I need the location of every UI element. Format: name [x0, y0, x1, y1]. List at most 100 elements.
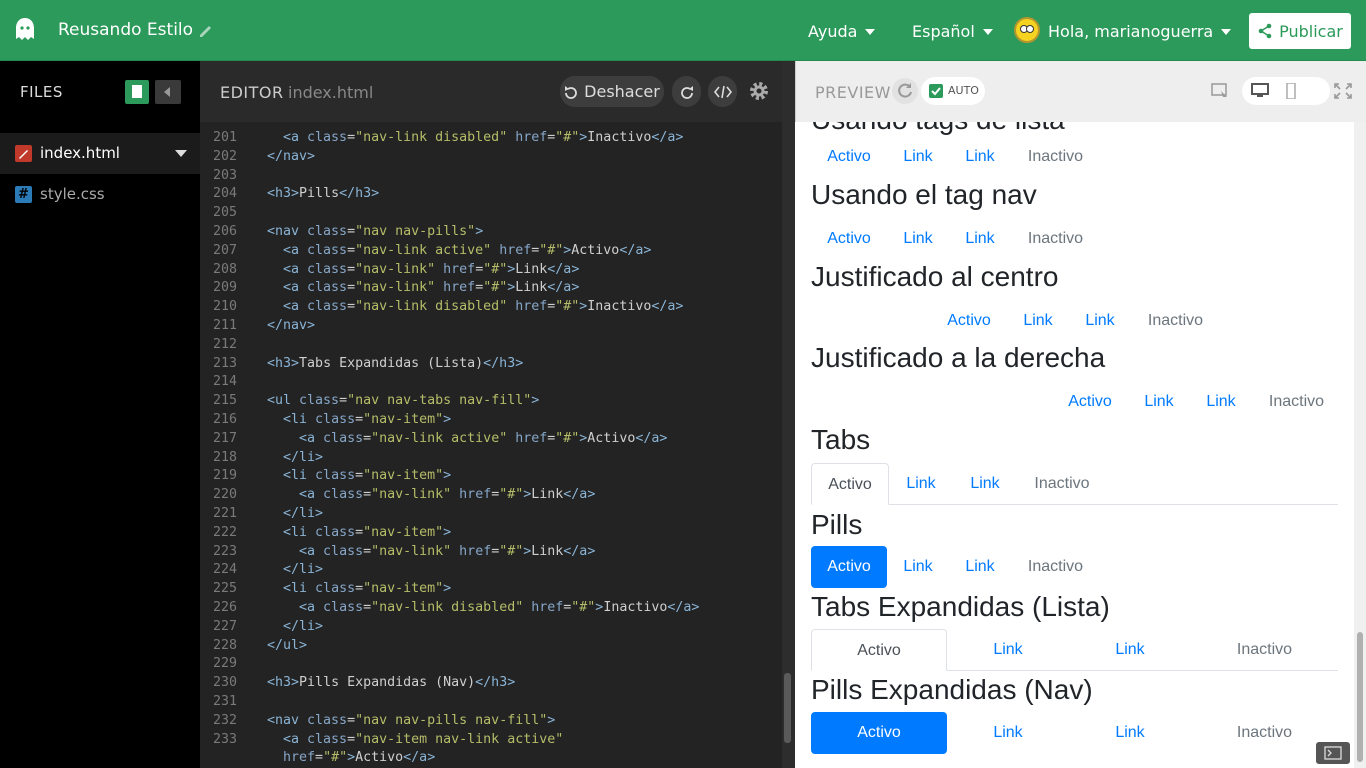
scrollbar-thumb[interactable] — [784, 673, 791, 743]
edit-pencil-icon[interactable] — [198, 23, 214, 39]
nav-link-activo[interactable]: Activo — [1052, 381, 1128, 423]
nav-link-link[interactable]: Link — [887, 218, 949, 260]
nav-plain-right: Activo Link Link Inactivo — [811, 381, 1338, 423]
nav-link-link[interactable]: Link — [1007, 300, 1069, 342]
nav-pills: Activo Link Link Inactivo — [811, 546, 1338, 588]
nav-link-link[interactable]: Link — [1069, 712, 1191, 754]
nav-link-link[interactable]: Link — [1069, 300, 1131, 342]
nav-link-link[interactable]: Link — [1069, 629, 1191, 671]
line-number: 217 — [212, 430, 237, 446]
line-source: <a class="nav-link disabled" href="#">In… — [283, 130, 684, 145]
line-source: <a class="nav-link active" href="#">Acti… — [283, 242, 652, 258]
line-number: 226 — [212, 600, 237, 615]
preview-scrollbar[interactable] — [1354, 122, 1366, 768]
device-toggle-group — [1242, 77, 1330, 105]
language-menu[interactable]: Español — [912, 22, 993, 41]
line-number: 203 — [212, 167, 237, 183]
nav-plain-center: Activo Link Link Inactivo — [811, 300, 1338, 342]
refresh-button[interactable] — [892, 78, 918, 104]
section-heading: Pills — [811, 509, 863, 540]
refresh-icon — [898, 83, 912, 98]
help-menu[interactable]: Ayuda — [808, 22, 876, 41]
line-source: <a class="nav-link active" href="#">Acti… — [299, 430, 668, 446]
nav-link-link[interactable]: Link — [949, 546, 1011, 588]
nav-link-activo[interactable]: Activo — [931, 300, 1007, 342]
line-source: <li class="nav-item"> — [283, 412, 452, 427]
nav-link-link[interactable]: Link — [1190, 381, 1252, 423]
nav-link-activo[interactable]: Activo — [811, 546, 887, 588]
nav-link-activo[interactable]: Activo — [811, 712, 947, 754]
line-source: </li> — [283, 506, 324, 521]
nav-link-link[interactable]: Link — [949, 218, 1011, 260]
preview-frame: Usando tags de listaActivoLinkLinkInacti… — [795, 122, 1354, 768]
user-menu[interactable]: Hola, marianoguerra — [1014, 17, 1232, 43]
line-number: 230 — [212, 675, 237, 691]
code-area[interactable]: 201 <a class="nav-link disabled" href="#… — [200, 122, 782, 768]
code-format-button[interactable] — [708, 76, 737, 107]
ghost-logo-icon[interactable] — [14, 17, 36, 43]
section-heading: Tabs — [811, 424, 871, 455]
nav-link-link[interactable]: Link — [887, 546, 949, 588]
files-title: FILES — [20, 83, 63, 101]
line-number: 228 — [212, 637, 237, 653]
share-icon — [1258, 23, 1272, 39]
auto-label: AUTO — [948, 84, 979, 97]
nav-link-link[interactable]: Link — [949, 136, 1011, 178]
undo-label: Deshacer — [584, 82, 660, 101]
line-source: <li class="nav-item"> — [283, 468, 452, 484]
line-number: 222 — [212, 524, 237, 540]
chevron-down-icon — [865, 28, 876, 35]
line-source: </li> — [283, 449, 324, 465]
chevron-down-icon[interactable] — [175, 150, 187, 157]
publish-button[interactable]: Publicar — [1249, 13, 1351, 49]
fullscreen-icon[interactable] — [1334, 83, 1352, 99]
mobile-icon[interactable] — [1282, 83, 1300, 99]
line-number: 207 — [212, 242, 237, 258]
nav-link-activo[interactable]: Activo — [811, 463, 889, 505]
line-source: <li class="nav-item"> — [283, 524, 452, 540]
scrollbar-thumb[interactable] — [1357, 632, 1363, 762]
desktop-icon[interactable] — [1251, 83, 1269, 99]
file-item-index-html[interactable]: index.html — [0, 133, 200, 174]
line-source: </nav> — [267, 318, 316, 333]
file-item-style-css[interactable]: # style.css — [0, 174, 200, 215]
line-source: <li class="nav-item"> — [283, 581, 452, 597]
nav-link-inactivo: Inactivo — [1236, 641, 1293, 658]
line-number: 214 — [212, 374, 237, 390]
editor-header: EDITOR index.html Deshacer — [200, 61, 794, 122]
console-toggle-button[interactable] — [1316, 742, 1350, 764]
nav-link-activo[interactable]: Activo — [811, 629, 947, 671]
collapse-panel-icon[interactable] — [155, 80, 181, 104]
redo-button[interactable] — [672, 76, 701, 107]
editor-scrollbar[interactable] — [782, 61, 795, 768]
auto-refresh-toggle[interactable]: AUTO — [921, 77, 985, 105]
nav-link-link[interactable]: Link — [889, 463, 953, 505]
nav-link-activo[interactable]: Activo — [811, 136, 887, 178]
terminal-icon — [1324, 746, 1342, 760]
nav-link-link[interactable]: Link — [887, 136, 949, 178]
project-title[interactable]: Reusando Estilo — [58, 20, 193, 40]
gear-icon[interactable] — [748, 80, 770, 102]
html-file-icon — [15, 145, 32, 162]
line-source: href="#">Activo</a> — [275, 750, 436, 766]
line-source: </li> — [283, 562, 324, 578]
line-number: 211 — [212, 318, 237, 333]
undo-button[interactable]: Deshacer — [560, 76, 664, 107]
nav-link-link[interactable]: Link — [947, 712, 1069, 754]
line-source: <a class="nav-link disabled" href="#">In… — [299, 600, 700, 615]
nav-link-link[interactable]: Link — [947, 629, 1069, 671]
nav-link-link[interactable]: Link — [953, 463, 1017, 505]
line-source: <h3>Pills Expandidas (Nav)</h3> — [267, 675, 516, 691]
nav-link-inactivo: Inactivo — [1027, 230, 1084, 247]
nav-link-link[interactable]: Link — [1128, 381, 1190, 423]
line-number: 209 — [212, 280, 237, 296]
line-number: 223 — [212, 543, 237, 559]
inspect-icon[interactable] — [1211, 83, 1229, 99]
line-source: <a class="nav-link" href="#">Link</a> — [299, 543, 596, 559]
line-source: <h3>Tabs Expandidas (Lista)</h3> — [267, 355, 524, 371]
line-number: 231 — [212, 694, 237, 709]
preview-title: PREVIEW — [815, 83, 891, 102]
file-label: index.html — [40, 144, 120, 162]
nav-link-activo[interactable]: Activo — [811, 218, 887, 260]
new-file-icon[interactable] — [125, 80, 149, 104]
